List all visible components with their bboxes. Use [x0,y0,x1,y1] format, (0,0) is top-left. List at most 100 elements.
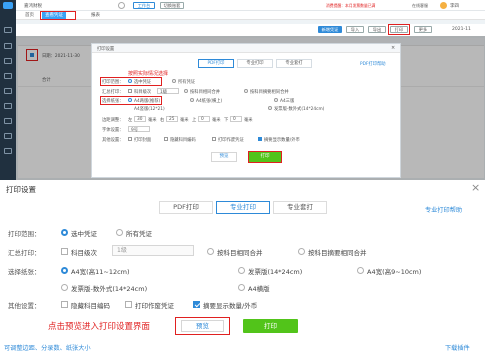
merge-subject-label: 按科目相同合并 [217,249,263,257]
mini-margin-label: 边距调整： [102,118,124,123]
logo-icon [3,2,13,9]
print-void-checkbox[interactable] [125,301,132,308]
merge-subject-radio[interactable] [207,248,214,255]
mini-other-check-2[interactable] [164,137,168,141]
mini-other-opt3: 打印作废凭证 [218,138,244,143]
download-plugin-link[interactable]: 下载插件 [445,343,470,352]
report-icon[interactable] [4,58,12,64]
export-button[interactable]: 导出 [368,26,386,33]
sidebar [0,0,16,180]
show-quantity-checkbox[interactable] [193,301,200,308]
mini-other-label: 其他设置： [102,138,124,143]
mini-tab-pro[interactable]: 专业打印 [237,59,273,68]
mini-close-icon[interactable]: × [391,45,395,51]
mini-summary-opt2: 按科目相同合并 [190,90,221,95]
consumption-notice[interactable]: 消费提醒：本月发票数量已满 [326,3,375,9]
mini-margin-right-value: 25 [169,117,175,122]
mini-margin-right-input[interactable]: 25 [166,116,178,122]
mini-margin-top-value: 0 [201,117,204,122]
mini-summary-radio-2[interactable] [244,89,248,93]
more-button[interactable]: 更多 [414,26,432,33]
mini-other-check-1[interactable] [128,137,132,141]
add-voucher-button[interactable]: 新增凭证 [318,26,342,33]
mini-margin-unit-1: 毫米 [148,118,157,123]
mini-preview-button[interactable]: 预览 [211,152,237,162]
help-link[interactable]: 专业打印帮助 [425,205,462,214]
mini-summary-check[interactable] [128,89,132,93]
paper-option-a4-wide-small: A4宽(高9~10cm) [367,268,422,276]
annotation-text: 点击预览进入打印设置界面 [48,322,151,332]
mini-other-opt4: 摘要显示数量/外币 [264,138,300,143]
tab-pdf-print[interactable]: PDF打印 [159,201,213,214]
summary-level-checkbox[interactable] [61,248,68,255]
paper-radio-a4-wide-small[interactable] [357,267,364,274]
mini-summary-radio-1[interactable] [184,89,188,93]
settings-icon[interactable] [4,133,12,139]
mini-other-check-3[interactable] [212,137,216,141]
preview-button[interactable]: 预览 [181,320,224,332]
voucher-icon[interactable] [4,27,12,33]
summary-level-select[interactable]: 1级 [112,245,194,256]
online-service-link[interactable]: 在线客服 [412,3,428,9]
range-radio-all[interactable] [116,229,123,236]
mini-paper-label: 选择纸张： [102,99,124,104]
avatar[interactable] [440,2,447,9]
mini-print-button[interactable]: 打印 [248,151,282,163]
help-icon[interactable] [4,148,12,154]
invoice-icon[interactable] [4,73,12,79]
hide-code-checkbox[interactable] [61,301,68,308]
print-void-label: 打印作废凭证 [135,302,174,310]
other-label: 其他设置： [8,302,41,310]
search-icon[interactable] [118,2,125,9]
workbench-button[interactable]: 工作台 [133,2,155,9]
tab-professional-print[interactable]: 专业打印 [216,201,270,214]
paper-radio-a4-wide[interactable] [61,267,68,274]
adjust-settings-link[interactable]: 可调整边距、分录数、纸张大小 [4,343,91,352]
mini-font-select[interactable]: 9号 [128,126,150,133]
highlight-print-button [388,24,410,35]
close-icon[interactable]: × [471,181,480,194]
period-label[interactable]: 2021-11 [452,27,471,32]
mini-paper-radio-5[interactable] [268,106,272,110]
paper-radio-invoice[interactable] [238,267,245,274]
mini-summary-level: 1级 [160,90,168,95]
paper-radio-invoice-outer[interactable] [61,284,68,291]
mini-paper-radio-3[interactable] [274,98,278,102]
mini-tab-pdf[interactable]: PDF打印 [198,59,234,68]
tax-icon[interactable] [4,118,12,124]
mini-paper-radio-1[interactable] [128,98,132,102]
hide-code-label: 隐藏科目编码 [71,302,110,310]
asset-icon[interactable] [4,88,12,94]
mini-range-opt1: 选中凭证 [134,80,152,85]
mini-other-check-4[interactable] [258,137,262,141]
switch-account-button[interactable]: 切换账套 [160,2,184,9]
salary-icon[interactable] [4,103,12,109]
merge-summary-radio[interactable] [298,248,305,255]
mini-margin-unit-2: 毫米 [180,118,189,123]
user-name[interactable]: 李四 [450,3,459,9]
mini-paper-opt5: 发票版-数外式(14*24cm) [274,107,325,112]
mini-range-radio-1[interactable] [128,79,132,83]
mini-font-value: 9号 [131,128,139,133]
tab-professional-template[interactable]: 专业套打 [273,201,327,214]
tab-report[interactable]: 报表 [88,12,103,19]
app-window: 嘉鸿财税 工作台 切换账套 消费提醒：本月发票数量已满 在线客服 李四 首页 查… [0,0,485,180]
mini-help-link[interactable]: PDF打印帮助 [360,61,386,67]
range-label: 打印范围： [8,230,41,238]
mini-margin-bottom-input[interactable]: 0 [230,116,242,122]
paper-option-a4-wide: A4宽(高11~12cm) [71,268,130,276]
ledger-icon[interactable] [4,43,12,49]
print-button[interactable]: 打印 [243,319,298,333]
paper-radio-a4-landscape[interactable] [238,284,245,291]
mini-paper-radio-2[interactable] [190,98,194,102]
tab-home[interactable]: 首页 [22,12,37,19]
mini-margin-top-input[interactable]: 0 [198,116,210,122]
summary-level-value: 1级 [117,247,127,254]
mini-margin-left-input[interactable]: 30 [134,116,146,122]
mini-summary-level-select[interactable]: 1级 [157,88,179,95]
mini-range-radio-2[interactable] [172,79,176,83]
range-radio-selected[interactable] [61,229,68,236]
import-button[interactable]: 导入 [346,26,364,33]
mini-tab-set[interactable]: 专业套打 [276,59,312,68]
merge-summary-label: 按科目摘要相同合并 [308,249,367,257]
